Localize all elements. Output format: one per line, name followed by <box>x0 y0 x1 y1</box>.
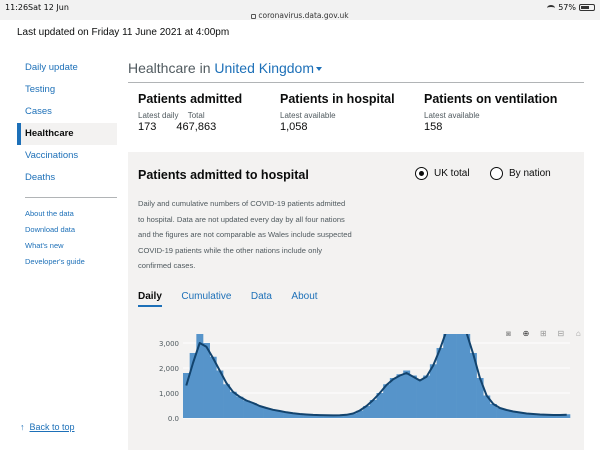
chart-bar <box>389 378 397 418</box>
headline-title: Patients on ventilation <box>424 92 558 106</box>
headline-patients-on-ventilation: Patients on ventilation Latest available… <box>424 92 557 133</box>
radio-checked-icon <box>415 167 428 180</box>
headline-patients-in-hospital: Patients in hospital Latest available 1,… <box>280 92 395 133</box>
address-url: coronavirus.data.gov.uk <box>258 11 349 20</box>
y-tick-label: 3,000 <box>159 340 179 348</box>
sidebar-link-whats-new[interactable]: What's new <box>17 238 117 254</box>
chart-bar <box>383 384 391 418</box>
headline-stat-labels: Latest daily Total <box>138 111 242 120</box>
stat-value-latest-available: 1,058 <box>280 121 308 133</box>
sidebar-item-testing[interactable]: Testing <box>17 79 117 101</box>
tab-cumulative[interactable]: Cumulative <box>181 291 231 305</box>
headline-title: Patients admitted <box>138 92 243 106</box>
chart-bar <box>429 364 437 418</box>
chart-bar <box>436 348 444 418</box>
chart-bar <box>456 334 464 418</box>
chart-bar <box>203 343 210 418</box>
status-right: 57% <box>547 3 595 12</box>
admissions-chart: 0.01,0002,0003,0004,000 <box>159 334 571 423</box>
radio-uk-total[interactable]: UK total <box>415 167 470 180</box>
chart-bar <box>423 375 431 418</box>
stat-value-latest-available: 158 <box>424 121 443 133</box>
headline-stat-values: 173 467,863 <box>138 121 242 133</box>
chart-bar <box>229 391 237 418</box>
area-selector-label: United Kingdom <box>214 60 315 76</box>
tab-data[interactable]: Data <box>251 291 272 305</box>
address-bar[interactable]: coronavirus.data.gov.uk <box>0 11 600 20</box>
sidebar-link-about-data[interactable]: About the data <box>17 206 117 222</box>
chart-bar <box>216 370 224 418</box>
sidebar-link-download-data[interactable]: Download data <box>17 222 117 238</box>
chart-bar <box>403 370 411 418</box>
chart-bar <box>443 334 451 418</box>
stat-label-latest-available: Latest available <box>280 111 336 120</box>
sidebar-item-daily-update[interactable]: Daily update <box>17 57 117 79</box>
chart-bar <box>409 375 417 418</box>
radio-unchecked-icon <box>490 167 503 180</box>
back-to-top-link[interactable]: ↑ Back to top <box>20 422 75 432</box>
caret-down-icon <box>316 67 323 72</box>
tab-about[interactable]: About <box>291 291 317 305</box>
arrow-up-icon: ↑ <box>20 422 25 432</box>
patients-admitted-card: Patients admitted to hospital UK total B… <box>128 152 584 450</box>
radio-label: UK total <box>434 168 470 180</box>
y-tick-label: 0.0 <box>168 415 179 423</box>
chart-bar <box>223 384 231 418</box>
chart-bar <box>196 334 204 418</box>
stat-label-latest-available: Latest available <box>424 111 480 120</box>
chart-tabs: Daily Cumulative Data About <box>138 286 333 307</box>
status-bar: 11:26 Sat 12 Jun coronavirus.data.gov.uk… <box>0 0 600 20</box>
stat-value-total: 467,863 <box>176 121 217 133</box>
sidebar: Daily update Testing Cases Healthcare Va… <box>17 57 117 270</box>
sidebar-divider <box>25 197 117 198</box>
page-title-prefix: Healthcare in <box>128 60 211 76</box>
stat-value-latest-daily: 173 <box>138 121 157 133</box>
card-description: Daily and cumulative numbers of COVID-19… <box>138 199 352 270</box>
headline-patients-admitted: Patients admitted Latest daily Total 173… <box>138 92 242 133</box>
area-selector[interactable]: United Kingdom <box>214 60 323 76</box>
battery-icon <box>579 4 595 11</box>
page-title: Healthcare in United Kingdom <box>128 57 584 79</box>
last-updated: Last updated on Friday 11 June 2021 at 4… <box>17 27 230 38</box>
chart-bar <box>236 396 244 418</box>
chart-bar <box>209 356 217 418</box>
chart-bar <box>396 374 404 418</box>
y-tick-label: 2,000 <box>159 365 179 373</box>
chart-bar <box>243 400 251 418</box>
headline-title: Patients in hospital <box>280 92 395 106</box>
sidebar-item-vaccinations[interactable]: Vaccinations <box>17 145 117 167</box>
wifi-icon <box>547 4 556 11</box>
sidebar-link-developers-guide[interactable]: Developer's guide <box>17 254 117 270</box>
radio-by-nation[interactable]: By nation <box>490 167 551 180</box>
radio-label: By nation <box>509 168 551 180</box>
sidebar-item-deaths[interactable]: Deaths <box>17 167 117 189</box>
sidebar-item-healthcare[interactable]: Healthcare <box>17 123 117 145</box>
tab-daily[interactable]: Daily <box>138 291 162 307</box>
chart-bar <box>463 334 471 418</box>
main-content: Healthcare in United Kingdom Patients ad… <box>128 57 584 450</box>
stat-label-latest-daily: Latest daily <box>138 111 179 120</box>
lock-icon <box>251 13 257 19</box>
y-tick-label: 1,000 <box>159 390 179 398</box>
chart-bar <box>449 334 457 418</box>
sidebar-item-cases[interactable]: Cases <box>17 101 117 123</box>
card-title: Patients admitted to hospital <box>138 168 309 182</box>
battery-percent: 57% <box>558 3 576 12</box>
back-to-top-label: Back to top <box>29 422 75 432</box>
stat-label-total: Total <box>187 111 205 120</box>
chart-bar <box>416 379 424 418</box>
title-divider <box>128 82 584 83</box>
headline-figures: Patients admitted Latest daily Total 173… <box>138 92 584 142</box>
